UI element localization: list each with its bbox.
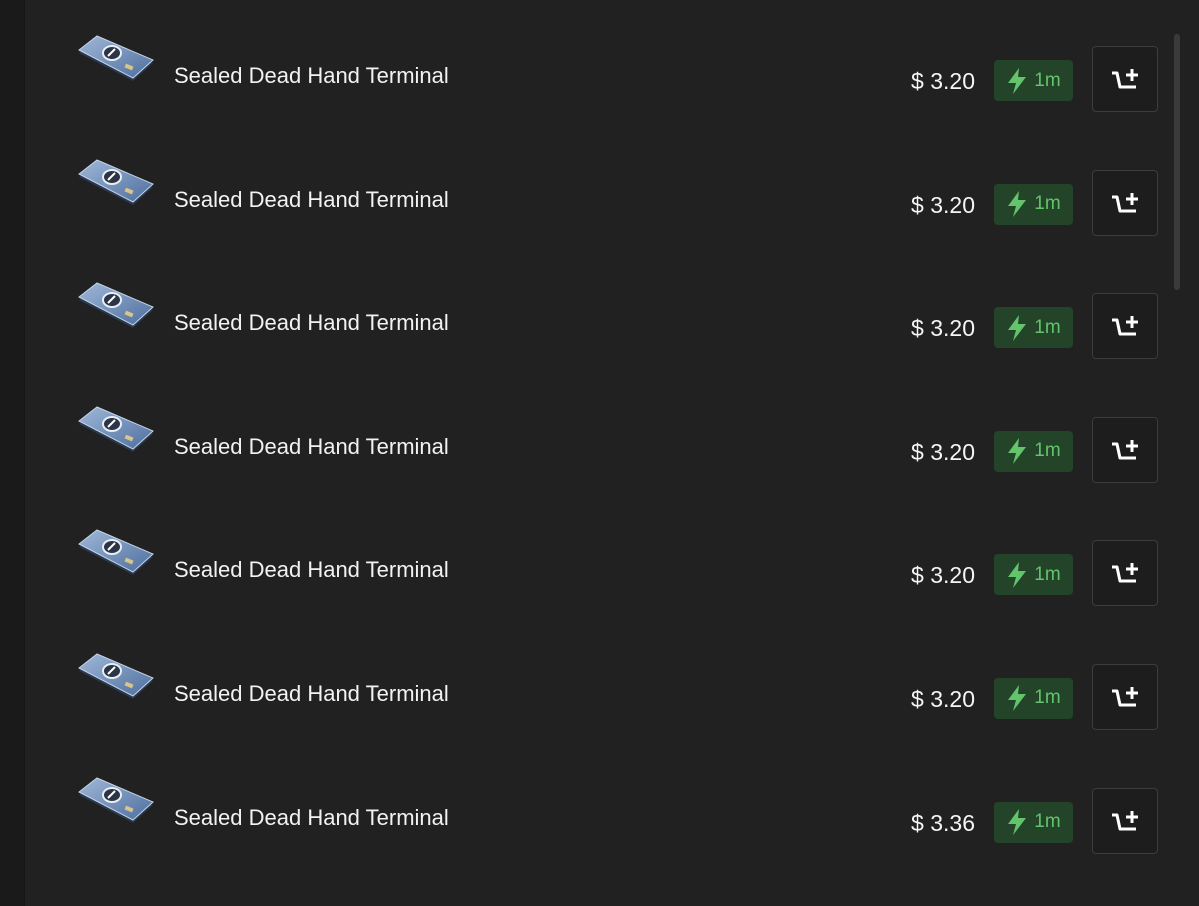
item-name: Sealed Dead Hand Terminal xyxy=(174,557,449,583)
add-to-cart-button[interactable] xyxy=(1092,787,1158,854)
scrollbar-thumb[interactable] xyxy=(1174,34,1180,290)
list-item[interactable]: Sealed Dead Hand Terminal $ 3.20 1m xyxy=(25,390,1165,514)
delivery-time: 1m xyxy=(1034,69,1061,91)
delivery-badge: 1m xyxy=(994,60,1073,101)
terminal-item-image xyxy=(75,280,157,340)
listing-list: Sealed Dead Hand Terminal $ 3.20 1m Seal… xyxy=(25,19,1199,884)
add-to-cart-icon xyxy=(1112,439,1138,460)
delivery-time: 1m xyxy=(1034,811,1061,833)
add-to-cart-icon xyxy=(1112,192,1138,213)
lightning-bolt-icon xyxy=(1008,561,1027,588)
delivery-time: 1m xyxy=(1034,440,1061,462)
add-to-cart-button[interactable] xyxy=(1092,663,1158,730)
item-price: $ 3.20 xyxy=(911,562,975,589)
delivery-badge: 1m xyxy=(994,801,1073,843)
delivery-time: 1m xyxy=(1034,316,1061,338)
delivery-time: 1m xyxy=(1034,687,1061,709)
add-to-cart-button[interactable] xyxy=(1092,416,1158,483)
item-price: $ 3.20 xyxy=(911,315,975,342)
delivery-badge: 1m xyxy=(994,307,1073,349)
item-price: $ 3.20 xyxy=(911,191,975,218)
add-to-cart-button[interactable] xyxy=(1092,46,1158,112)
delivery-badge: 1m xyxy=(994,430,1073,472)
list-item[interactable]: Sealed Dead Hand Terminal $ 3.20 1m xyxy=(25,143,1165,267)
item-price: $ 3.20 xyxy=(911,685,975,712)
add-to-cart-button[interactable] xyxy=(1092,293,1158,360)
delivery-time: 1m xyxy=(1034,193,1061,215)
add-to-cart-icon xyxy=(1112,563,1138,583)
item-name: Sealed Dead Hand Terminal xyxy=(174,186,449,212)
delivery-time: 1m xyxy=(1034,563,1061,585)
delivery-badge: 1m xyxy=(994,677,1073,719)
item-price: $ 3.36 xyxy=(911,809,975,836)
terminal-item-image xyxy=(75,157,157,217)
lightning-bolt-icon xyxy=(1008,438,1027,465)
add-to-cart-icon xyxy=(1112,69,1138,89)
add-to-cart-icon xyxy=(1112,810,1138,831)
item-name: Sealed Dead Hand Terminal xyxy=(174,804,449,830)
list-item[interactable]: Sealed Dead Hand Terminal $ 3.36 1m xyxy=(25,761,1165,885)
lightning-bolt-icon xyxy=(1008,809,1027,836)
lightning-bolt-icon xyxy=(1008,314,1027,341)
item-price: $ 3.20 xyxy=(911,438,975,465)
item-name: Sealed Dead Hand Terminal xyxy=(174,310,449,336)
add-to-cart-button[interactable] xyxy=(1092,169,1158,236)
lightning-bolt-icon xyxy=(1008,191,1027,218)
item-price: $ 3.20 xyxy=(911,68,975,94)
listing-panel: Sealed Dead Hand Terminal $ 3.20 1m Seal… xyxy=(25,0,1199,906)
terminal-item-image xyxy=(75,527,157,587)
add-to-cart-button[interactable] xyxy=(1092,540,1158,607)
list-item[interactable]: Sealed Dead Hand Terminal $ 3.20 1m xyxy=(25,513,1165,637)
delivery-badge: 1m xyxy=(994,183,1073,225)
lightning-bolt-icon xyxy=(1008,685,1027,712)
terminal-item-image xyxy=(75,775,157,835)
item-name: Sealed Dead Hand Terminal xyxy=(174,680,449,706)
delivery-badge: 1m xyxy=(994,554,1073,596)
add-to-cart-icon xyxy=(1112,316,1138,336)
list-item[interactable]: Sealed Dead Hand Terminal $ 3.20 1m xyxy=(25,637,1165,761)
item-name: Sealed Dead Hand Terminal xyxy=(174,433,449,459)
list-item[interactable]: Sealed Dead Hand Terminal $ 3.20 1m xyxy=(25,266,1165,390)
item-name: Sealed Dead Hand Terminal xyxy=(174,63,449,88)
left-gutter xyxy=(0,0,25,906)
terminal-item-image xyxy=(75,33,157,93)
lightning-bolt-icon xyxy=(1008,67,1027,94)
list-item[interactable]: Sealed Dead Hand Terminal $ 3.20 1m xyxy=(25,19,1165,143)
terminal-item-image xyxy=(75,404,157,464)
terminal-item-image xyxy=(75,651,157,711)
add-to-cart-icon xyxy=(1112,686,1138,707)
